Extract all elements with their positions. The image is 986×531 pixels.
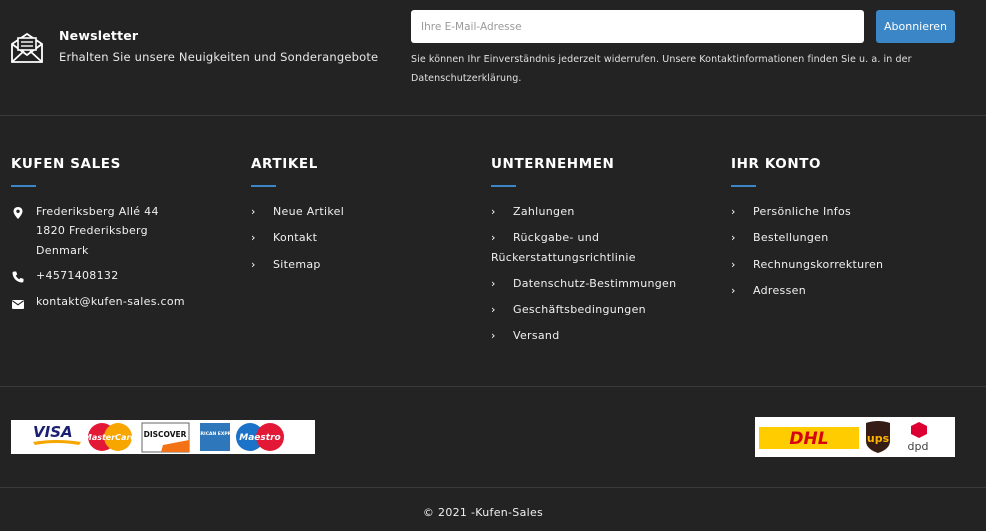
email-icon [11, 296, 25, 315]
chevron-right-icon: › [491, 277, 496, 290]
ups-logo-text: ups [867, 432, 890, 445]
subscribe-button[interactable]: Abonnieren [876, 10, 955, 43]
chevron-right-icon: › [491, 329, 496, 342]
chevron-right-icon: › [731, 205, 736, 218]
phone-icon [11, 269, 25, 288]
footer-link-shipping[interactable]: › Versand [491, 326, 560, 346]
company-info-column-title: UNTERNEHMEN [491, 156, 615, 172]
dpd-logo-text: dpd [908, 440, 929, 453]
dpd-logo: dpd [908, 422, 929, 453]
footer-link-terms[interactable]: › Geschäftsbedingungen [491, 300, 646, 320]
title-underline [11, 185, 36, 187]
footer-link-sitemap[interactable]: › Sitemap [251, 255, 321, 275]
dhl-logo: DHL [759, 427, 859, 449]
footer-link-new-articles[interactable]: › Neue Artikel [251, 202, 344, 222]
footer-link-credit-slips[interactable]: › Rechnungskorrekturen [731, 255, 883, 275]
chevron-right-icon: › [491, 303, 496, 316]
payment-methods-logos: VISA MasterCard DISCOVER AMERICAN EXPRES… [11, 420, 315, 454]
title-underline [491, 185, 516, 187]
visa-logo: VISA [33, 423, 81, 445]
divider [0, 487, 986, 488]
chevron-right-icon: › [731, 284, 736, 297]
chevron-right-icon: › [491, 231, 496, 244]
chevron-right-icon: › [731, 231, 736, 244]
divider [0, 115, 986, 116]
maestro-logo: Maestro [236, 423, 284, 451]
discover-logo: DISCOVER [141, 422, 190, 453]
company-column-title: KUFEN SALES [11, 156, 121, 172]
mastercard-logo: MasterCard [84, 423, 137, 451]
newsletter-consent-text: Sie können Ihr Einverständnis jederzeit … [411, 54, 912, 84]
email-link[interactable]: kontakt@kufen-sales.com [36, 292, 185, 312]
address-line-2: 1820 Frederiksberg [36, 224, 148, 237]
location-pin-icon [11, 205, 25, 224]
chevron-right-icon: › [251, 258, 256, 271]
newsletter-title: Newsletter [59, 28, 139, 43]
footer-link-payments[interactable]: › Zahlungen [491, 202, 575, 222]
chevron-right-icon: › [251, 205, 256, 218]
chevron-right-icon: › [491, 205, 496, 218]
phone-number[interactable]: +4571408132 [36, 266, 119, 286]
chevron-right-icon: › [731, 258, 736, 271]
footer-link-returns[interactable]: › Rückgabe- und [491, 228, 599, 248]
title-underline [731, 185, 756, 187]
chevron-right-icon: › [251, 231, 256, 244]
shipping-methods-logos: DHL ups dpd [755, 417, 955, 457]
mail-envelope-icon [10, 32, 44, 64]
title-underline [251, 185, 276, 187]
footer-link-addresses[interactable]: › Adressen [731, 281, 806, 301]
discover-logo-text: DISCOVER [144, 430, 187, 439]
newsletter-email-input[interactable] [411, 10, 864, 43]
mastercard-logo-text: MasterCard [84, 433, 137, 442]
divider [0, 386, 986, 387]
amex-logo: AMERICAN EXPRESS [190, 423, 241, 451]
maestro-logo-text: Maestro [239, 433, 280, 443]
footer-link-contact[interactable]: › Kontakt [251, 228, 317, 248]
footer-link-orders[interactable]: › Bestellungen [731, 228, 829, 248]
account-column-title: IHR KONTO [731, 156, 822, 172]
address-line-1: Frederiksberg Allé 44 [36, 205, 159, 218]
address-line-3: Denmark [36, 244, 89, 257]
copyright-text: © 2021 -Kufen-Sales [422, 506, 544, 519]
articles-column-title: ARTIKEL [251, 156, 318, 172]
ups-logo: ups [866, 421, 890, 453]
visa-logo-text: VISA [33, 423, 73, 441]
newsletter-subtitle: Erhalten Sie unsere Neuigkeiten und Sond… [59, 50, 379, 64]
footer-link-returns-cont[interactable]: Rückerstattungsrichtlinie [491, 248, 636, 268]
dhl-logo-text: DHL [789, 429, 828, 449]
footer-link-personal-info[interactable]: › Persönliche Infos [731, 202, 851, 222]
amex-logo-text: AMERICAN EXPRESS [190, 431, 241, 437]
footer-link-privacy[interactable]: › Datenschutz-Bestimmungen [491, 274, 676, 294]
